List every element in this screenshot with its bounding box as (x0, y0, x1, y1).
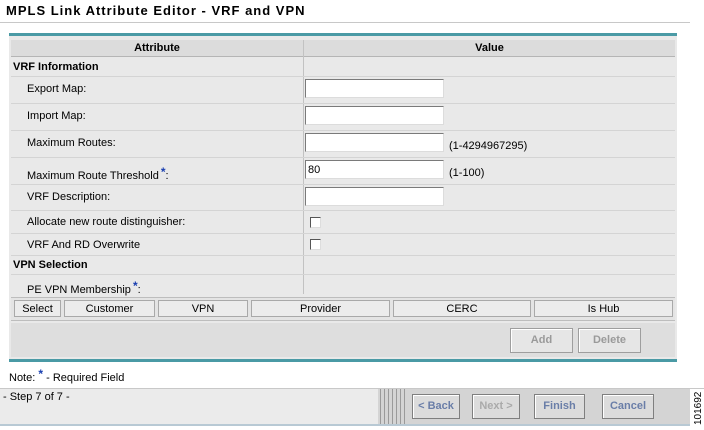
vrf-description-input[interactable] (305, 187, 444, 206)
figure-id: 101692 (693, 391, 704, 425)
vrf-section-title: VRF Information (13, 61, 99, 73)
vpn-col-cerc[interactable]: CERC (393, 300, 531, 317)
maximum-routes-label: Maximum Routes: (27, 137, 116, 149)
vpn-col-provider[interactable]: Provider (251, 300, 390, 317)
vpn-col-is-hub[interactable]: Is Hub (534, 300, 673, 317)
max-route-threshold-hint: (1-100) (449, 167, 485, 179)
row-divider (11, 233, 675, 234)
title-divider (0, 22, 690, 23)
decor-stripe (388, 389, 389, 424)
finish-button[interactable]: Finish (534, 394, 585, 419)
vpn-section-title: VPN Selection (13, 259, 88, 271)
panel-top-border (9, 33, 677, 36)
label-colon: : (137, 284, 141, 296)
panel-bottom-border (9, 359, 677, 362)
import-map-input[interactable] (305, 106, 444, 125)
attribute-column-header: Attribute (11, 40, 303, 57)
bottom-divider (0, 424, 690, 426)
vpn-col-vpn[interactable]: VPN (158, 300, 248, 317)
next-button[interactable]: Next > (472, 394, 520, 419)
decor-stripe (400, 389, 401, 424)
decor-stripe (396, 389, 397, 424)
page-title: MPLS Link Attribute Editor - VRF and VPN (6, 3, 306, 18)
allocate-rd-checkbox[interactable] (310, 217, 321, 228)
cancel-button[interactable]: Cancel (602, 394, 654, 419)
pe-vpn-membership-label-row: PE VPN Membership *: (27, 279, 141, 296)
row-divider (11, 184, 675, 185)
step-indicator: - Step 7 of 7 - (3, 391, 70, 403)
decor-stripe (404, 389, 405, 424)
vpn-button-bar (11, 323, 675, 357)
note-text: - Required Field (46, 372, 125, 384)
decor-stripe (392, 389, 393, 424)
export-map-label: Export Map: (27, 83, 87, 95)
import-map-label: Import Map: (27, 110, 86, 122)
max-route-threshold-label-row: Maximum Route Threshold *: (27, 165, 169, 182)
row-divider (11, 76, 675, 77)
row-divider (11, 130, 675, 131)
add-button[interactable]: Add (510, 328, 573, 353)
required-field-note: Note: * - Required Field (9, 367, 124, 384)
delete-button[interactable]: Delete (578, 328, 641, 353)
export-map-input[interactable] (305, 79, 444, 98)
allocate-rd-label: Allocate new route distinguisher: (27, 216, 186, 228)
row-divider (11, 274, 675, 275)
value-column-header: Value (304, 40, 675, 57)
max-route-threshold-label: Maximum Route Threshold (27, 170, 159, 182)
required-marker: * (38, 367, 44, 381)
decor-stripe (380, 389, 381, 424)
back-button[interactable]: < Back (412, 394, 460, 419)
row-divider (11, 103, 675, 104)
decor-stripe (384, 389, 385, 424)
row-divider (11, 210, 675, 211)
row-divider (11, 157, 675, 158)
vpn-col-customer[interactable]: Customer (64, 300, 155, 317)
label-colon: : (165, 170, 169, 182)
pe-vpn-membership-label: PE VPN Membership (27, 284, 131, 296)
vrf-rd-overwrite-checkbox[interactable] (310, 239, 321, 250)
vrf-rd-overwrite-label: VRF And RD Overwrite (27, 239, 141, 251)
maximum-routes-input[interactable] (305, 133, 444, 152)
vrf-description-label: VRF Description: (27, 191, 111, 203)
max-route-threshold-input[interactable] (305, 160, 444, 179)
row-divider (11, 255, 675, 256)
vpn-col-select[interactable]: Select (14, 300, 61, 317)
note-prefix: Note: (9, 372, 36, 384)
maximum-routes-hint: (1-4294967295) (449, 140, 528, 152)
